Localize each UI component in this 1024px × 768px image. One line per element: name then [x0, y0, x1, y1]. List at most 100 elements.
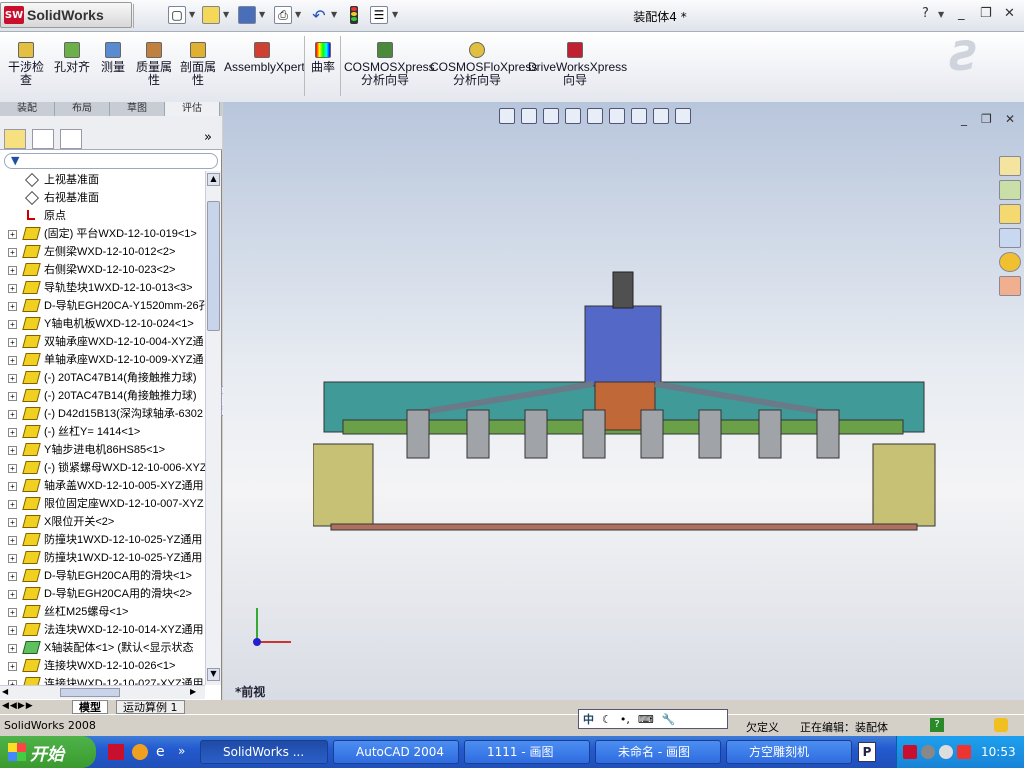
viewport-restore-button[interactable]: ❐	[981, 112, 992, 126]
design-library-icon[interactable]	[999, 180, 1021, 200]
expand-icon[interactable]: +	[8, 446, 17, 455]
tree-item[interactable]: + (-) D42d15B13(深沟球轴承-6302	[0, 405, 205, 423]
tree-item[interactable]: 原点	[0, 207, 205, 225]
previous-view-icon[interactable]	[543, 108, 559, 124]
tree-item[interactable]: + Y轴步进电机86HS85<1>	[0, 441, 205, 459]
internet-explorer-icon[interactable]: e	[156, 744, 172, 760]
new-dropdown-icon[interactable]: ▼	[189, 10, 195, 19]
tab-sketch[interactable]: 草图	[110, 102, 165, 116]
help-icon[interactable]: ?	[922, 6, 929, 21]
expand-icon[interactable]: +	[8, 464, 17, 473]
tree-item[interactable]: + 防撞块1WXD-12-10-025-YZ通用	[0, 531, 205, 549]
section-view-icon[interactable]	[565, 108, 581, 124]
tree-item[interactable]: + 轴承盖WXD-12-10-005-XYZ通用	[0, 477, 205, 495]
tab-layout[interactable]: 布局	[55, 102, 110, 116]
tab-evaluate[interactable]: 评估	[165, 102, 220, 116]
interference-check-button[interactable]: 干涉检 查	[6, 42, 46, 87]
tree-item[interactable]: + D-导轨EGH20CA用的滑块<1>	[0, 567, 205, 585]
ime-tray-icon[interactable]: P	[858, 742, 876, 762]
expand-icon[interactable]: +	[8, 662, 17, 671]
expand-icon[interactable]: +	[8, 572, 17, 581]
task-autocad[interactable]: AutoCAD 2004	[333, 740, 459, 764]
tray-disk-icon[interactable]	[921, 745, 935, 759]
tray-solidworks-icon[interactable]	[903, 745, 917, 759]
property-manager-tab-icon[interactable]	[32, 129, 54, 149]
filter-funnel-icon[interactable]: ▼	[11, 154, 19, 167]
rebuild-traffic-light-icon[interactable]	[350, 6, 358, 24]
tree-item[interactable]: 右视基准面	[0, 189, 205, 207]
hscroll-thumb[interactable]	[60, 688, 120, 697]
scroll-left-icon[interactable]: ◀	[2, 687, 14, 698]
solidworks-menu-button[interactable]: SW SolidWorks	[0, 2, 132, 28]
minimize-button[interactable]: _	[958, 6, 965, 21]
tray-volume-icon[interactable]	[939, 745, 953, 759]
scroll-down-icon[interactable]: ▼	[207, 668, 220, 681]
tree-item[interactable]: + (-) 锁紧螺母WXD-12-10-006-XYZ	[0, 459, 205, 477]
cosmosfloxpress-button[interactable]: COSMOSFloXpress 分析向导	[430, 42, 537, 87]
tree-item[interactable]: + Y轴电机板WXD-12-10-024<1>	[0, 315, 205, 333]
tray-security-icon[interactable]	[957, 745, 971, 759]
quicklaunch-app-icon[interactable]	[132, 744, 148, 760]
status-help-icon[interactable]: ?	[930, 718, 944, 732]
undo-dropdown-icon[interactable]: ▼	[331, 10, 337, 19]
expand-icon[interactable]: +	[8, 590, 17, 599]
wrench-icon[interactable]: 🔧	[662, 713, 676, 726]
start-button[interactable]: 开始	[0, 736, 96, 768]
expand-icon[interactable]: +	[8, 302, 17, 311]
tree-vertical-scrollbar[interactable]: ▲ ▼	[205, 171, 221, 685]
display-style-icon[interactable]	[609, 108, 625, 124]
options-icon[interactable]: ☰	[370, 6, 388, 24]
keyboard-icon[interactable]: ⌨	[638, 713, 654, 726]
appearance-icon[interactable]	[653, 108, 669, 124]
section-properties-button[interactable]: 剖面属 性	[178, 42, 218, 87]
expand-icon[interactable]: +	[8, 644, 17, 653]
expand-icon[interactable]: +	[8, 248, 17, 257]
close-button[interactable]: ✕	[1004, 6, 1015, 21]
graphics-viewport[interactable]: _ ❐ ✕ *前视	[223, 102, 1024, 700]
print-dropdown-icon[interactable]: ▼	[295, 10, 301, 19]
expand-icon[interactable]: +	[8, 518, 17, 527]
expand-icon[interactable]: +	[8, 356, 17, 365]
viewport-minimize-button[interactable]: _	[961, 112, 967, 126]
assemblyxpert-button[interactable]: AssemblyXpert	[224, 42, 305, 74]
expand-icon[interactable]: +	[8, 320, 17, 329]
quicklaunch-solidworks-icon[interactable]	[108, 744, 124, 760]
undo-icon[interactable]: ↶	[310, 6, 328, 25]
tree-item[interactable]: + (固定) 平台WXD-12-10-019<1>	[0, 225, 205, 243]
scroll-up-icon[interactable]: ▲	[207, 173, 220, 186]
task-folder[interactable]: 方空雕刻机	[726, 740, 852, 764]
open-folder-icon[interactable]	[202, 6, 220, 24]
tree-item[interactable]: + 连接块WXD-12-10-026<1>	[0, 657, 205, 675]
expand-icon[interactable]: +	[8, 374, 17, 383]
tree-item[interactable]: + 双轴承座WXD-12-10-004-XYZ通	[0, 333, 205, 351]
tab-model[interactable]: 模型	[72, 700, 108, 714]
expand-icon[interactable]: +	[8, 284, 17, 293]
tree-item[interactable]: + D-导轨EGH20CA用的滑块<2>	[0, 585, 205, 603]
punct-icon[interactable]: •,	[620, 713, 630, 726]
expand-icon[interactable]: +	[8, 536, 17, 545]
expand-icon[interactable]: +	[8, 266, 17, 275]
feature-manager-tab-icon[interactable]	[4, 129, 26, 149]
scroll-thumb[interactable]	[207, 201, 220, 331]
solidworks-resources-icon[interactable]	[999, 156, 1021, 176]
zoom-to-fit-icon[interactable]	[499, 108, 515, 124]
tree-item[interactable]: + 限位固定座WXD-12-10-007-XYZ	[0, 495, 205, 513]
tab-nav-arrows-icon[interactable]: ◀◀▶▶	[2, 701, 34, 711]
tree-horizontal-scrollbar[interactable]: ◀ ▶	[0, 685, 205, 699]
show-desktop-icon[interactable]: »	[178, 744, 194, 760]
tree-item[interactable]: + 连接块WXD-12-10-027-XYZ通用	[0, 675, 205, 685]
tree-item[interactable]: + (-) 丝杠Y= 1414<1>	[0, 423, 205, 441]
expand-icon[interactable]: +	[8, 410, 17, 419]
tree-filter-input[interactable]: ▼	[4, 153, 218, 169]
tag-icon[interactable]	[994, 718, 1008, 732]
expand-icon[interactable]: +	[8, 554, 17, 563]
task-paint-untitled[interactable]: 未命名 - 画图	[595, 740, 721, 764]
view-orientation-icon[interactable]	[587, 108, 603, 124]
zoom-to-area-icon[interactable]	[521, 108, 537, 124]
save-icon[interactable]	[238, 6, 256, 24]
curvature-button[interactable]: 曲率	[308, 42, 338, 74]
view-settings-icon[interactable]	[675, 108, 691, 124]
file-explorer-icon[interactable]	[999, 204, 1021, 224]
tree-item[interactable]: + X轴装配体<1> (默认<显示状态	[0, 639, 205, 657]
measure-button[interactable]: 测量	[98, 42, 128, 74]
